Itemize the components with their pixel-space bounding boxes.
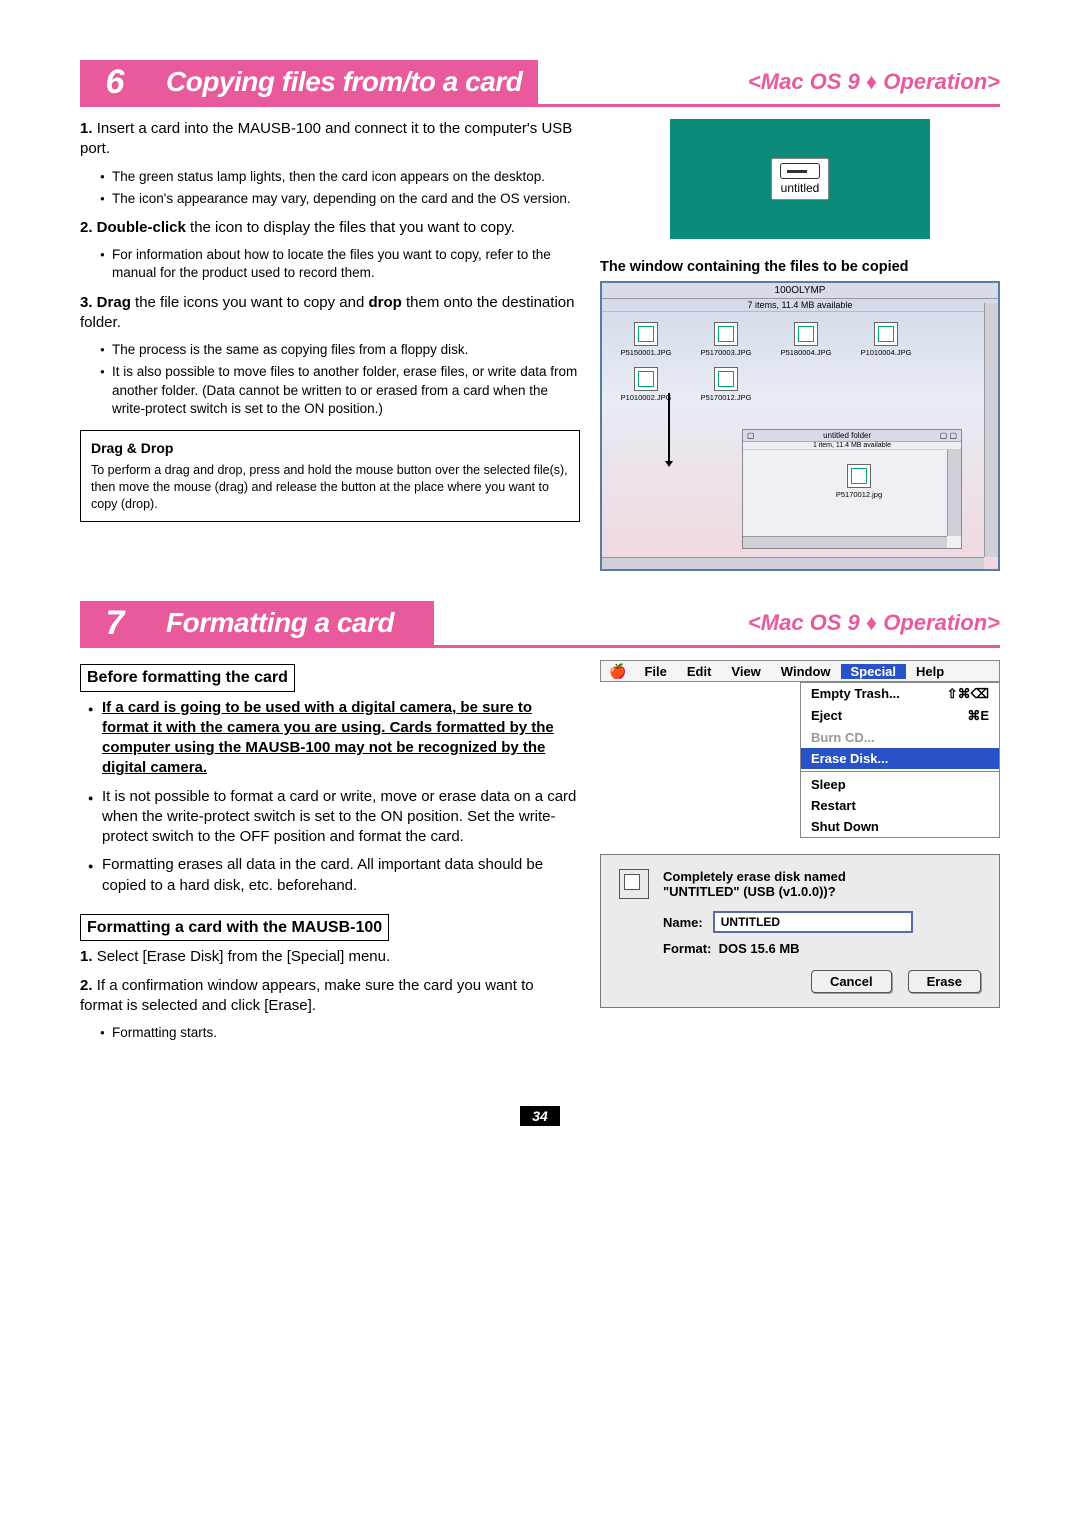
special-dropdown: Empty Trash...⇧⌘⌫ Eject⌘E Burn CD... Era… [800,682,1000,838]
step-3-note-2: It is also possible to move files to ano… [100,363,580,418]
destination-window: ▢untitled folder▢ ▢ 1 item, 11.4 MB avai… [742,429,962,549]
dialog-line-2: "UNTITLED" (USB (v1.0.0))? [663,884,846,899]
fmt-step-2: 2. If a confirmation window appears, mak… [80,976,580,1017]
step-2: 2. Double-click the icon to display the … [80,218,580,238]
before-bullet-3: Formatting erases all data in the card. … [88,855,580,896]
finder-caption: The window containing the files to be co… [600,259,1000,275]
drag-drop-box: Drag & Drop To perform a drag and drop, … [80,430,580,522]
desktop-illustration: untitled [670,119,930,239]
page-number: 34 [520,1106,560,1126]
step-3-note-1: The process is the same as copying files… [100,341,580,359]
erase-dialog: Completely erase disk named "UNTITLED" (… [600,854,1000,1008]
name-label: Name: [663,915,703,930]
file-icon [874,322,898,346]
dialog-line-1: Completely erase disk named [663,869,846,884]
mac-menubar: 🍎 File Edit View Window Special Help [600,660,1000,682]
file-icon [714,367,738,391]
section-6-header: 6 Copying files from/to a card <Mac OS 9… [80,60,1000,107]
scrollbar-vertical[interactable] [984,303,998,557]
arrow-indicator [668,393,670,463]
section-6-title: Copying files from/to a card [150,60,538,104]
finder-titlebar: 100OLYMP [602,283,998,299]
section-7-number: 7 [80,601,150,648]
before-bullet-2: It is not possible to format a card or w… [88,787,580,848]
menu-eject[interactable]: Eject⌘E [801,705,999,727]
menu-empty-trash[interactable]: Empty Trash...⇧⌘⌫ [801,683,999,705]
before-bullet-1: If a card is going to be used with a dig… [88,698,580,779]
menu-help[interactable]: Help [906,664,954,679]
menu-restart[interactable]: Restart [801,795,999,816]
step-3: 3. Drag the file icons you want to copy … [80,293,580,334]
menu-shutdown[interactable]: Shut Down [801,816,999,837]
drive-icon-label: untitled [781,181,820,195]
scrollbar-horizontal[interactable] [602,557,984,569]
menu-view[interactable]: View [721,664,770,679]
fmt-step-2-note: Formatting starts. [100,1024,580,1042]
step-2-note-1: For information about how to locate the … [100,246,580,282]
menu-window[interactable]: Window [771,664,841,679]
file-icon [714,322,738,346]
menu-burn-cd: Burn CD... [801,727,999,748]
section-7-subtitle: <Mac OS 9 ♦ Operation> [434,601,1000,645]
apple-menu-icon[interactable]: 🍎 [601,663,634,680]
step-1: 1. Insert a card into the MAUSB-100 and … [80,119,580,160]
file-icon [794,322,818,346]
file-icon [634,322,658,346]
menu-sleep[interactable]: Sleep [801,774,999,795]
menu-erase-disk[interactable]: Erase Disk... [801,748,999,769]
cancel-button[interactable]: Cancel [811,970,892,993]
section-6-subtitle: <Mac OS 9 ♦ Operation> [538,60,1000,104]
drive-icon [780,163,820,179]
menu-edit[interactable]: Edit [677,664,722,679]
section-7-header: 7 Formatting a card <Mac OS 9 ♦ Operatio… [80,601,1000,648]
section-7-title: Formatting a card [150,601,434,645]
section-6-number: 6 [80,60,150,107]
disk-icon [619,869,649,899]
file-icon [847,464,871,488]
step-1-note-2: The icon's appearance may vary, dependin… [100,190,580,208]
before-formatting-heading: Before formatting the card [80,664,295,692]
file-grid: P5150001.JPG P5170003.JPG P5180004.JPG P… [602,312,998,412]
scrollbar-horizontal[interactable] [743,536,947,548]
finder-window: 100OLYMP 7 items, 11.4 MB available P515… [600,281,1000,571]
file-icon [634,367,658,391]
menu-special[interactable]: Special [841,664,907,679]
scrollbar-vertical[interactable] [947,450,961,536]
formatting-with-mausb-heading: Formatting a card with the MAUSB-100 [80,914,389,942]
format-value: DOS 15.6 MB [719,941,800,956]
format-label: Format: [663,941,711,956]
name-input[interactable]: UNTITLED [713,911,913,933]
menu-file[interactable]: File [634,664,676,679]
drag-drop-title: Drag & Drop [91,439,569,458]
erase-button[interactable]: Erase [908,970,981,993]
step-1-note-1: The green status lamp lights, then the c… [100,168,580,186]
fmt-step-1: 1. Select [Erase Disk] from the [Special… [80,947,580,967]
drag-drop-body: To perform a drag and drop, press and ho… [91,462,569,513]
finder-info: 7 items, 11.4 MB available [602,299,998,312]
